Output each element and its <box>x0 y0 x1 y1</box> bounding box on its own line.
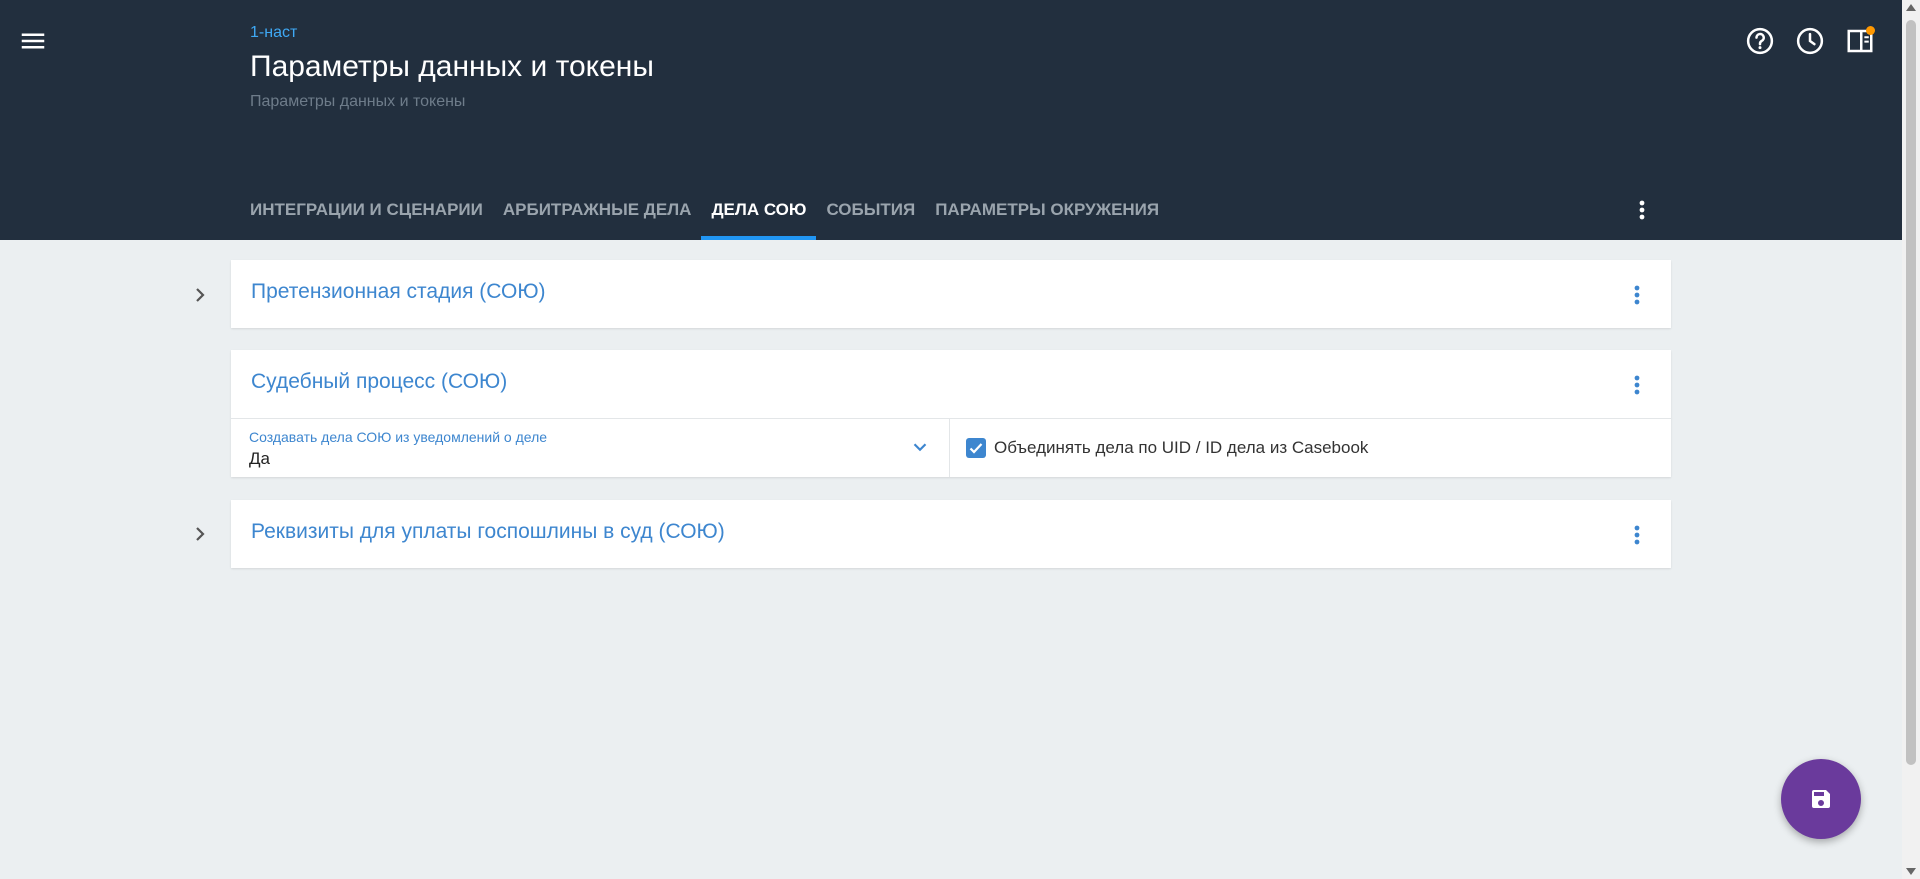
section-title[interactable]: Реквизиты для уплаты госпошлины в суд (С… <box>251 520 725 544</box>
section-title[interactable]: Претензионная стадия (СОЮ) <box>251 280 546 304</box>
more-vert-icon[interactable] <box>1625 282 1649 308</box>
app-header: 1-наст Параметры данных и токены Парамет… <box>0 0 1902 240</box>
select-label: Создавать дела СОЮ из уведомлений о деле <box>249 429 548 445</box>
scroll-up-icon[interactable] <box>1906 4 1916 11</box>
help-icon[interactable] <box>1745 26 1775 56</box>
chevron-right-icon[interactable] <box>188 522 212 546</box>
checkbox-label: Объединять дела по UID / ID дела из Case… <box>994 438 1369 457</box>
page-title: Параметры данных и токены <box>250 50 654 83</box>
vertical-scrollbar[interactable] <box>1902 0 1920 879</box>
scroll-down-icon[interactable] <box>1906 868 1916 875</box>
merge-cases-field: Объединять дела по UID / ID дела из Case… <box>950 419 1671 477</box>
section-card: Реквизиты для уплаты госпошлины в суд (С… <box>231 500 1671 568</box>
select-value: Да <box>249 449 270 468</box>
save-button[interactable] <box>1781 759 1861 839</box>
tab-integrations[interactable]: ИНТЕГРАЦИИ И СЦЕНАРИИ <box>250 188 493 240</box>
page-subtitle: Параметры данных и токены <box>250 93 466 110</box>
tab-bar: ИНТЕГРАЦИИ И СЦЕНАРИИ АРБИТРАЖНЫЕ ДЕЛА Д… <box>250 188 1169 240</box>
breadcrumb[interactable]: 1-наст <box>250 24 297 42</box>
tab-events[interactable]: СОБЫТИЯ <box>816 188 925 240</box>
notification-badge <box>1866 26 1875 35</box>
more-vert-icon[interactable] <box>1630 195 1654 225</box>
create-cases-select[interactable]: Создавать дела СОЮ из уведомлений о деле… <box>231 419 950 477</box>
history-icon[interactable] <box>1795 26 1825 56</box>
section-card: Судебный процесс (СОЮ) Создавать дела СО… <box>231 350 1671 477</box>
chevron-right-icon[interactable] <box>188 283 212 307</box>
more-vert-icon[interactable] <box>1625 522 1649 548</box>
menu-icon[interactable] <box>18 26 48 56</box>
scroll-thumb[interactable] <box>1906 20 1916 765</box>
panel-icon[interactable] <box>1845 26 1875 56</box>
merge-cases-checkbox[interactable] <box>966 438 986 458</box>
section-card: Претензионная стадия (СОЮ) <box>231 260 1671 328</box>
more-vert-icon[interactable] <box>1625 372 1649 398</box>
tab-environment-parameters[interactable]: ПАРАМЕТРЫ ОКРУЖЕНИЯ <box>925 188 1169 240</box>
section-title[interactable]: Судебный процесс (СОЮ) <box>251 370 507 394</box>
chevron-down-icon[interactable] <box>909 436 931 458</box>
tab-general-court-cases[interactable]: ДЕЛА СОЮ <box>701 188 817 240</box>
save-icon <box>1812 790 1830 808</box>
tab-arbitration-cases[interactable]: АРБИТРАЖНЫЕ ДЕЛА <box>493 188 702 240</box>
